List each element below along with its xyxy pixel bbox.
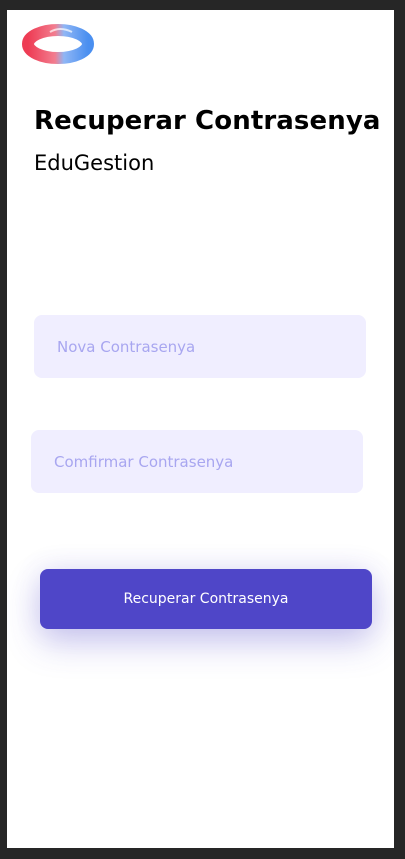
app-name: EduGestion (34, 151, 155, 175)
new-password-field[interactable] (34, 315, 366, 378)
page-title: Recuperar Contrasenya (34, 106, 381, 136)
confirm-password-field[interactable] (31, 430, 363, 493)
app-screen: Recuperar Contrasenya EduGestion Recuper… (7, 10, 394, 848)
loop-logo-icon (20, 21, 96, 67)
recover-password-button[interactable]: Recuperar Contrasenya (40, 569, 372, 629)
